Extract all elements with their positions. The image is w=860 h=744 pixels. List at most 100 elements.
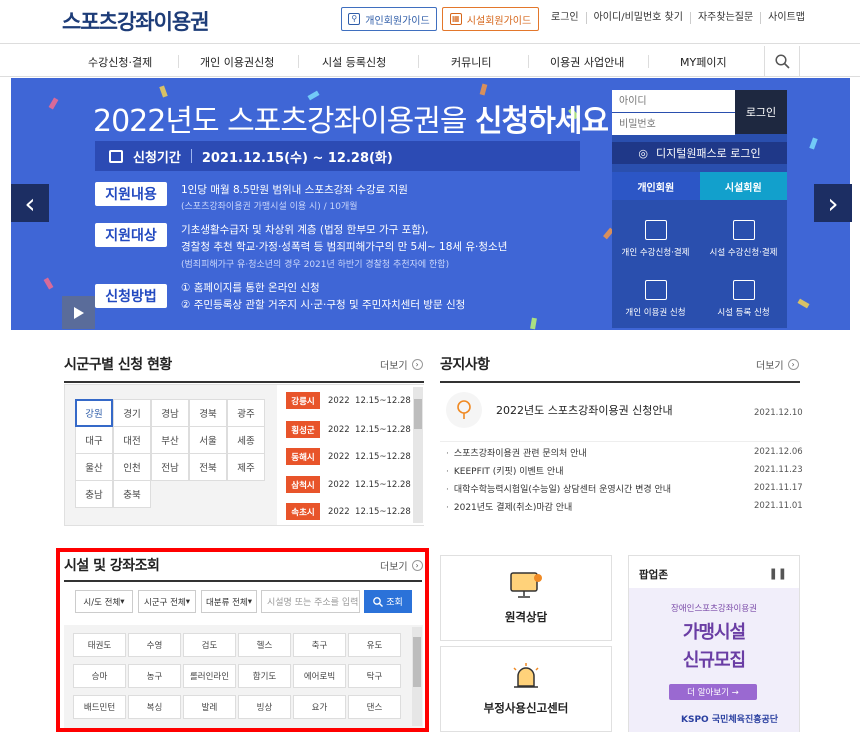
nav-item-personal[interactable]: 개인 이용권신청 [200,54,274,70]
personal-guide-button[interactable]: ⚲ 개인회원가이드 [341,7,437,31]
notice-featured[interactable]: 2022년도 스포츠강좌이용권 신청안내 2021.12.10 [440,384,803,442]
login-link[interactable]: 로그인 [544,12,586,24]
sport-item[interactable]: 배드민턴 [73,695,126,719]
region-item[interactable]: 전남 [151,453,189,481]
banner-prev-button[interactable]: ‹ [11,184,49,222]
application-scrollbar[interactable] [413,387,423,523]
calendar-icon [109,149,123,163]
application-row[interactable]: 횡성군 2022 12.15~12.28 [286,421,411,438]
region-item[interactable]: 경남 [151,399,189,427]
region-item[interactable]: 충북 [113,480,151,508]
pause-icon: ❚❚ [768,567,787,580]
popup-banner[interactable]: 장애인스포츠강좌이용권 가맹시설 신규모집 더 알아보기 → KSPO 국민체육… [629,588,799,732]
sitemap-link[interactable]: 사이트맵 [760,12,812,24]
quick-personal-course[interactable]: 개인 수강신청·결제 [612,206,699,264]
region-item[interactable]: 세종 [227,426,265,454]
notice-item[interactable]: 스포츠강좌이용권 관련 문의처 안내 [446,446,587,459]
quick-personal-voucher[interactable]: 개인 이용권 신청 [612,266,699,324]
city-badge: 동해시 [286,448,320,465]
sport-item[interactable]: 댄스 [348,695,401,719]
method-tag: 신청방법 [95,284,167,308]
tab-personal[interactable]: 개인회원 [612,172,700,200]
notice-item[interactable]: KEEPFIT (키핏) 이벤트 안내 [446,464,564,477]
region-more-link[interactable]: 더보기 › [380,357,423,372]
nav-item-about[interactable]: 이용권 사업안내 [550,54,624,70]
sport-item[interactable]: 승마 [73,664,126,688]
banner-play-button[interactable] [62,296,95,329]
facility-search-panel: 시설 및 강좌조회 더보기 › 시/도 전체 ▾ 시군구 전체 ▾ 대분류 전체 ▾ 시… [56,548,429,732]
sport-item[interactable]: 요가 [293,695,346,719]
facility-guide-label: 시설회원가이드 [466,15,532,27]
facility-more-link[interactable]: 더보기 › [380,558,423,573]
application-row[interactable]: 동해시 2022 12.15~12.28 [286,448,411,465]
region-item[interactable]: 대구 [75,426,113,454]
tab-facility[interactable]: 시설회원 [699,172,787,200]
nav-item-facility[interactable]: 시설 등록신청 [322,54,386,70]
facility-search-button[interactable]: 조회 [364,590,412,613]
sport-item[interactable]: 헬스 [238,633,291,657]
region-item[interactable]: 서울 [189,426,227,454]
quick-facility-course[interactable]: 시설 수강신청·결제 [700,206,787,264]
category-select[interactable]: 대분류 전체 ▾ [201,590,257,613]
notice-item[interactable]: 2021년도 결제(취소)마감 안내 [446,500,572,513]
remote-consult-card[interactable]: 원격상담 [440,555,612,641]
site-search-button[interactable] [764,46,800,76]
password-input[interactable] [612,113,735,135]
application-row[interactable]: 속초시 2022 12.15~12.28 [286,503,411,520]
application-row[interactable]: 강릉시 2022 12.15~12.28 [286,392,411,409]
banner-next-button[interactable]: › [814,184,852,222]
region-item[interactable]: 전북 [189,453,227,481]
popup-more-button[interactable]: 더 알아보기 → [669,684,757,700]
nav-item-community[interactable]: 커뮤니티 [451,54,491,70]
sport-item[interactable]: 태권도 [73,633,126,657]
region-item[interactable]: 경기 [113,399,151,427]
sport-item[interactable]: 농구 [128,664,181,688]
nav-item-course[interactable]: 수강신청·결제 [88,54,152,70]
facility-guide-button[interactable]: ▦ 시설회원가이드 [442,7,539,31]
sport-scrollbar[interactable] [412,627,422,726]
region-item[interactable]: 제주 [227,453,265,481]
login-button[interactable]: 로그인 [735,90,787,134]
faq-link[interactable]: 자주찾는질문 [689,12,760,24]
region-gangwon[interactable]: 강원 [75,399,113,427]
sport-item[interactable]: 유도 [348,633,401,657]
popup-pause-button[interactable]: ❚❚ [769,567,787,580]
region-item[interactable]: 인천 [113,453,151,481]
id-input[interactable] [612,90,735,112]
nav-item-mypage[interactable]: MY페이지 [680,54,727,70]
sport-item[interactable]: 빙상 [238,695,291,719]
scroll-thumb[interactable] [413,637,421,687]
digital-onepass-button[interactable]: ◎ 디지털원패스로 로그인 [612,142,787,164]
sport-item[interactable]: 탁구 [348,664,401,688]
facility-search-input[interactable]: 시설명 또는 주소를 입력 [261,590,360,613]
site-logo[interactable]: 스포츠강좌이용권 [62,6,210,36]
sport-item[interactable]: 합기도 [238,664,291,688]
region-item[interactable]: 대전 [113,426,151,454]
application-row[interactable]: 삼척시 2022 12.15~12.28 [286,476,411,493]
notice-item[interactable]: 대학수학능력시험일(수능일) 상담센터 운영시간 변경 안내 [446,482,671,495]
sport-item[interactable]: 수영 [128,633,181,657]
sport-item[interactable]: 검도 [183,633,236,657]
sigungu-select[interactable]: 시군구 전체 ▾ [138,590,196,613]
region-item[interactable]: 부산 [151,426,189,454]
sport-item[interactable]: 롤러인라인 [183,664,236,688]
region-item[interactable]: 광주 [227,399,265,427]
sido-select[interactable]: 시/도 전체 ▾ [75,590,133,613]
quick-facility-register[interactable]: 시설 등록 신청 [700,266,787,324]
fraud-report-card[interactable]: 부정사용신고센터 [440,646,612,732]
sport-item[interactable]: 발레 [183,695,236,719]
scroll-thumb[interactable] [414,399,422,429]
find-account-link[interactable]: 아이디/비밀번호 찾기 [585,12,690,24]
sport-item[interactable]: 축구 [293,633,346,657]
fraud-report-label: 부정사용신고센터 [483,701,569,715]
region-item[interactable]: 울산 [75,453,113,481]
sport-item[interactable]: 에어로빅 [293,664,346,688]
sport-item[interactable]: 복싱 [128,695,181,719]
region-item[interactable]: 충남 [75,480,113,508]
region-item[interactable]: 경북 [189,399,227,427]
notice-date: 2021.12.06 [754,447,803,457]
search-icon [774,53,790,69]
notice-icon-wrap [446,392,482,428]
category-select-value: 대분류 전체 [205,597,248,608]
notice-more-link[interactable]: 더보기 › [756,357,799,372]
